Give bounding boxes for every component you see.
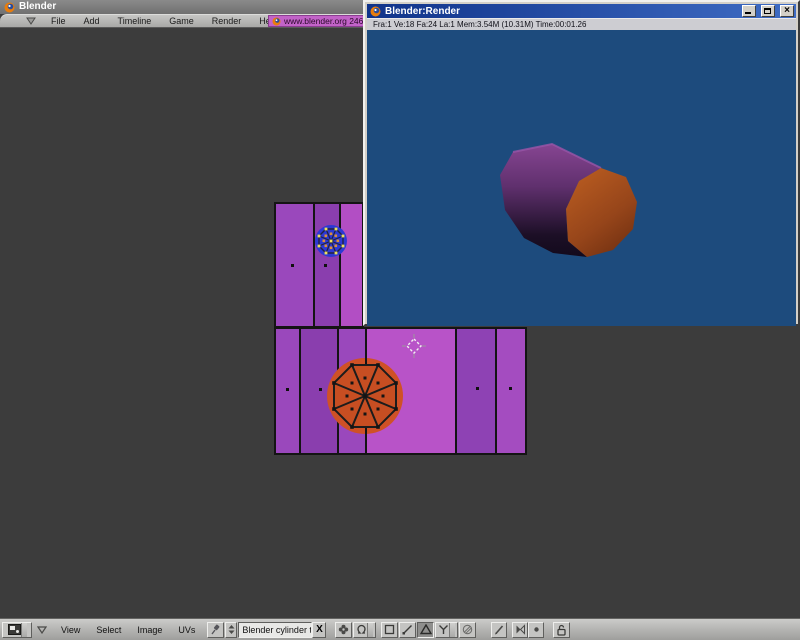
menu-select[interactable]: Select [88, 623, 129, 637]
uv-editor-header: View Select Image UVs Blender cylinder t… [0, 618, 800, 640]
lock-icon [556, 624, 567, 636]
close-button[interactable]: × [780, 5, 794, 17]
uv-cap-fan-selected [315, 225, 347, 257]
pin-icon [210, 624, 221, 635]
uv-island-bottom [274, 327, 527, 455]
close-icon: × [781, 5, 793, 17]
window-type-menu-notch [21, 623, 27, 637]
menu-timeline[interactable]: Timeline [109, 15, 161, 27]
window-type-button[interactable] [2, 622, 32, 638]
menu-uvs[interactable]: UVs [170, 623, 203, 637]
proportional-edit-button[interactable] [459, 622, 476, 638]
image-editor-icon [8, 624, 21, 635]
vertex-select-button[interactable] [381, 622, 398, 638]
edge-select-icon [402, 624, 413, 635]
collapse-menus-icon[interactable] [26, 17, 36, 25]
falloff-menu-button[interactable] [353, 622, 376, 638]
edge-select-button[interactable] [399, 622, 416, 638]
pencil-icon [494, 624, 505, 635]
clover-icon [338, 624, 349, 635]
render-stats-text: Fra:1 Ve:18 Fa:24 La:1 Mem:3.54M (10.31M… [373, 20, 586, 29]
render-window-title: Blender:Render [385, 6, 737, 17]
bowtie-icon [515, 624, 526, 635]
render-result-image [367, 30, 796, 326]
blender-logo-icon [4, 2, 15, 13]
pin-image-button[interactable] [207, 622, 224, 638]
blender-logo-icon [370, 6, 381, 17]
vertex-select-icon [384, 624, 395, 635]
render-stats-bar: Fra:1 Ve:18 Fa:24 La:1 Mem:3.54M (10.31M… [367, 18, 796, 30]
maximize-icon [764, 8, 771, 14]
maximize-button[interactable] [761, 5, 775, 17]
face-select-icon [420, 624, 432, 635]
menu-file[interactable]: File [42, 15, 75, 27]
minimize-button[interactable] [742, 5, 756, 17]
unlink-image-button[interactable]: X [312, 622, 326, 638]
island-select-icon [438, 624, 449, 635]
island-menu-notch [449, 623, 455, 637]
dot-icon [531, 624, 542, 635]
omega-icon [356, 624, 367, 635]
face-select-button[interactable] [417, 622, 434, 638]
minimize-icon [745, 12, 751, 14]
app-title: Blender [19, 1, 56, 13]
drawtype-dot-button[interactable] [528, 622, 544, 638]
render-window[interactable]: Blender:Render × Fra:1 Ve:18 Fa:24 La:1 … [363, 0, 800, 326]
sticky-select-button[interactable] [335, 622, 352, 638]
blender-logo-icon [272, 17, 281, 26]
render-window-titlebar[interactable]: Blender:Render × [367, 4, 796, 18]
falloff-menu-notch [367, 623, 373, 637]
paint-button[interactable] [491, 622, 507, 638]
menu-image[interactable]: Image [129, 623, 170, 637]
browse-image-button[interactable] [225, 622, 237, 638]
collapse-menus-icon[interactable] [37, 626, 47, 634]
uv-island-top-strips [274, 202, 364, 328]
version-text: www.blender.org 246 [284, 16, 363, 26]
image-name-field[interactable]: Blender cylinder text [238, 622, 312, 638]
browse-icon [228, 624, 235, 635]
version-badge: www.blender.org 246 [268, 15, 378, 27]
drawtype-solid-button[interactable] [512, 622, 528, 638]
menu-render[interactable]: Render [203, 15, 251, 27]
lock-update-button[interactable] [553, 622, 570, 638]
hatched-circle-icon [462, 624, 473, 635]
menu-game[interactable]: Game [160, 15, 203, 27]
menu-add[interactable]: Add [75, 15, 109, 27]
rendered-cylinder [367, 30, 796, 326]
menu-view[interactable]: View [53, 623, 88, 637]
island-select-button[interactable] [435, 622, 458, 638]
